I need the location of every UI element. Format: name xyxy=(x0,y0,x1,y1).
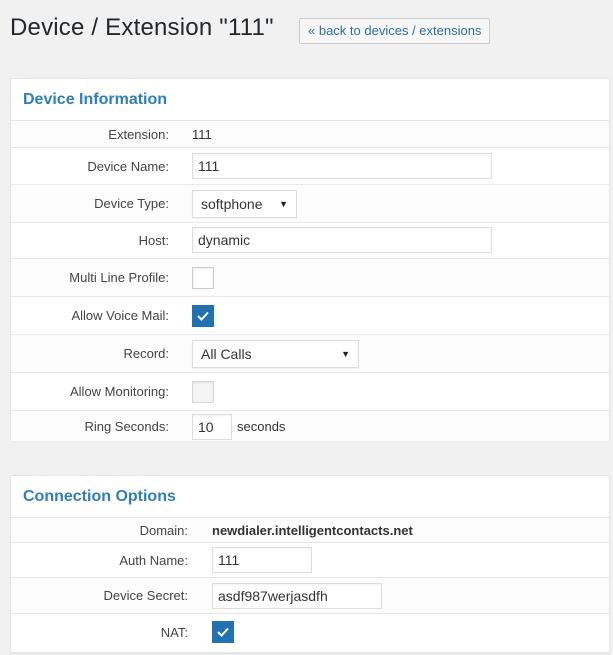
device-secret-label: Device Secret: xyxy=(103,588,188,603)
domain-label: Domain: xyxy=(139,522,188,538)
multi-line-profile-label: Multi Line Profile: xyxy=(69,270,169,285)
device-secret-row: Device Secret: xyxy=(11,578,609,614)
auth-name-row: Auth Name: xyxy=(11,543,609,578)
extension-value: 111 xyxy=(192,126,212,142)
allow-monitoring-row: Allow Monitoring: xyxy=(11,373,609,411)
chevron-down-icon: ▼ xyxy=(279,199,288,209)
device-information-title: Device Information xyxy=(23,91,168,108)
record-label: Record: xyxy=(123,346,169,361)
record-row: Record: All Calls ▼ xyxy=(11,335,609,373)
auth-name-label: Auth Name: xyxy=(119,552,188,568)
extension-label: Extension: xyxy=(108,126,169,142)
domain-row: Domain: newdialer.intelligentcontacts.ne… xyxy=(11,518,609,543)
checkmark-icon xyxy=(217,627,229,637)
device-secret-input[interactable] xyxy=(212,583,382,609)
allow-voice-mail-checkbox[interactable] xyxy=(192,305,214,327)
device-name-row: Device Name: xyxy=(11,148,609,185)
device-type-row: Device Type: softphone ▼ xyxy=(11,185,609,223)
auth-name-input[interactable] xyxy=(212,547,312,573)
ring-seconds-row: Ring Seconds: seconds xyxy=(11,411,609,441)
allow-voice-mail-label: Allow Voice Mail: xyxy=(71,308,169,323)
nat-checkbox[interactable] xyxy=(212,621,234,643)
device-type-label: Device Type: xyxy=(94,196,169,211)
allow-monitoring-checkbox[interactable] xyxy=(192,381,214,403)
connection-options-panel: Connection Options Domain: newdialer.int… xyxy=(10,475,610,653)
ring-seconds-input[interactable] xyxy=(192,414,232,440)
chevron-down-icon: ▼ xyxy=(341,349,350,359)
device-name-input[interactable] xyxy=(192,153,492,179)
allow-voice-mail-row: Allow Voice Mail: xyxy=(11,297,609,335)
page-title: Device / Extension "111" xyxy=(10,14,274,41)
domain-value: newdialer.intelligentcontacts.net xyxy=(212,522,413,538)
device-information-panel: Device Information Extension: 111 Device… xyxy=(10,78,610,441)
host-input[interactable] xyxy=(192,227,492,253)
ring-seconds-unit: seconds xyxy=(237,418,286,434)
host-row: Host: xyxy=(11,223,609,259)
device-name-label: Device Name: xyxy=(87,158,169,174)
nat-row: NAT: xyxy=(11,614,609,650)
device-type-selected-value: softphone xyxy=(201,196,263,212)
multi-line-profile-checkbox[interactable] xyxy=(192,267,214,289)
allow-monitoring-label: Allow Monitoring: xyxy=(70,384,169,399)
host-label: Host: xyxy=(138,233,169,248)
record-select[interactable]: All Calls ▼ xyxy=(192,340,359,368)
record-selected-value: All Calls xyxy=(201,346,252,362)
checkmark-icon xyxy=(197,311,209,321)
connection-options-title: Connection Options xyxy=(23,488,176,505)
ring-seconds-label: Ring Seconds: xyxy=(84,418,169,434)
nat-label: NAT: xyxy=(160,624,188,640)
page-header: Device / Extension "111" « back to devic… xyxy=(0,0,613,62)
extension-row: Extension: 111 xyxy=(11,121,609,148)
multi-line-profile-row: Multi Line Profile: xyxy=(11,259,609,297)
back-to-devices-button[interactable]: « back to devices / extensions xyxy=(299,18,491,44)
device-type-select[interactable]: softphone ▼ xyxy=(192,190,297,218)
